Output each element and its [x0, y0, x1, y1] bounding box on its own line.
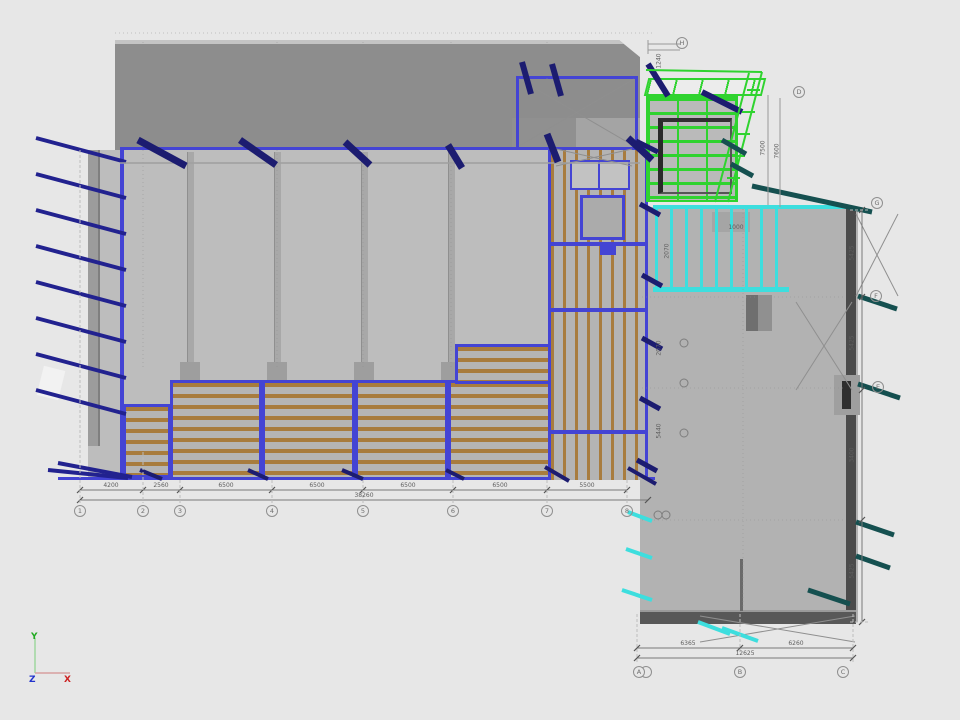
grid-bubble: 1: [74, 505, 86, 517]
linework-overlay: [0, 0, 960, 720]
grid-bubble: F: [870, 290, 882, 302]
dim-label: 3400: [850, 447, 856, 462]
grid-bubble: D: [793, 86, 805, 98]
axis-label-x: X: [64, 676, 71, 685]
dim-label: 5425: [850, 245, 856, 260]
dim-label: 1240: [657, 53, 663, 68]
grid-bubble: C: [837, 666, 849, 678]
cyan-purlin-stubs[interactable]: [622, 512, 758, 641]
grid-bubble: E: [872, 381, 884, 393]
construction-gridlines: [115, 33, 845, 608]
dim-label: 2560: [153, 483, 168, 489]
dim-label: 7500: [761, 140, 767, 155]
dim-label-overall: 12625: [735, 651, 754, 657]
dim-label-interior: 1000: [728, 225, 743, 231]
dimension-lines-green-bay: [648, 40, 780, 207]
teal-purlin-stubs[interactable]: [722, 140, 900, 604]
grid-bubble: H: [676, 37, 688, 49]
dim-label: 5425: [850, 563, 856, 578]
axis-label-z: Z: [29, 676, 36, 685]
axis-label-y: Y: [31, 633, 38, 642]
studwall-side-brackets[interactable]: [636, 141, 662, 471]
dim-label: 7600: [775, 143, 781, 158]
grid-bubble: B: [734, 666, 746, 678]
grid-bubble: 4: [266, 505, 278, 517]
grid-bubble: 6: [447, 505, 459, 517]
dim-label: 6500: [218, 483, 233, 489]
dim-label: 6500: [309, 483, 324, 489]
dim-label: 5425: [850, 335, 856, 350]
grid-bubble: 5: [357, 505, 369, 517]
frame-stub-columns[interactable]: [522, 62, 742, 112]
dim-label-interior: 5440: [657, 423, 663, 438]
dim-label: 6365: [680, 641, 695, 647]
grid-bubble: 2: [137, 505, 149, 517]
grid-bubble: G: [871, 197, 883, 209]
grid-bubble: 3: [174, 505, 186, 517]
dim-label: 6260: [788, 641, 803, 647]
axis-triad: [20, 628, 140, 688]
grid-bubble: A: [633, 666, 645, 678]
dim-label-interior: 2070: [665, 243, 671, 258]
dimension-lines-bottom: [77, 150, 651, 503]
grid-bubble: 7: [541, 505, 553, 517]
viewport-canvas[interactable]: 4200 2560 6500 6500 6500 6500 5500 38260…: [0, 0, 960, 720]
dim-label: 5500: [579, 483, 594, 489]
left-rafter-outriggers[interactable]: [36, 138, 132, 478]
dim-label: 4200: [103, 483, 118, 489]
grid-bubble: 8: [621, 505, 633, 517]
dim-label: 6500: [400, 483, 415, 489]
dim-label: 6500: [492, 483, 507, 489]
dim-label-overall: 38260: [354, 493, 373, 499]
dim-label-interior: 2070: [657, 340, 663, 355]
